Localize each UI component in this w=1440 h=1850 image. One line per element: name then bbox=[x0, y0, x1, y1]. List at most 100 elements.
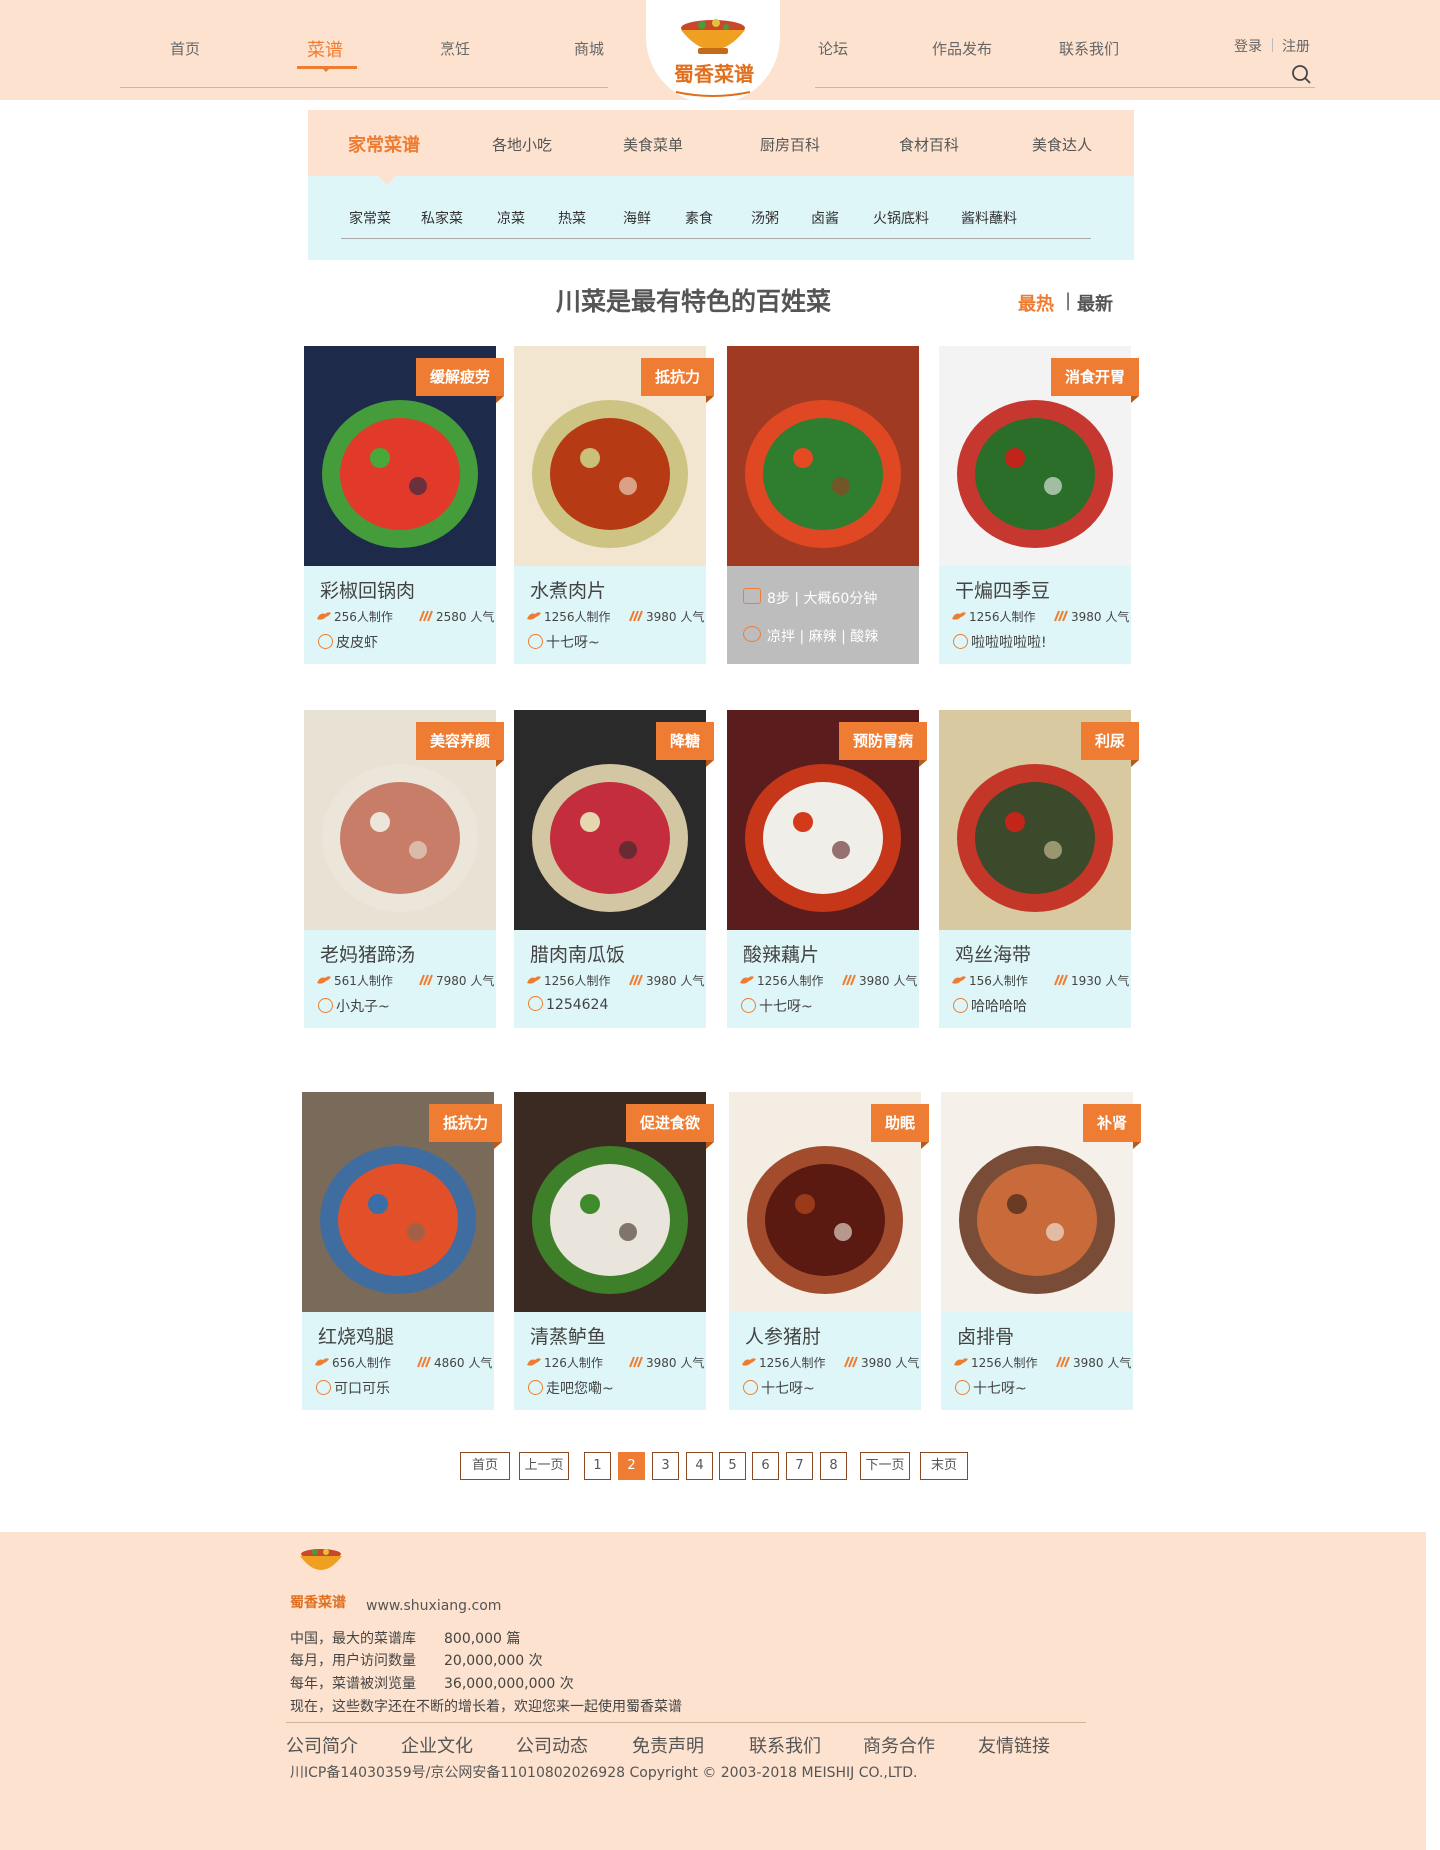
author-name[interactable]: 十七呀~ bbox=[761, 1381, 815, 1397]
user-icon bbox=[316, 1380, 331, 1395]
recipe-name[interactable]: 腊肉南瓜饭 bbox=[530, 940, 625, 967]
sub-hotpot-base[interactable]: 火锅底料 bbox=[873, 208, 929, 228]
page-prev[interactable]: 上一页 bbox=[519, 1452, 569, 1480]
recipe-name[interactable]: 酸辣藕片 bbox=[743, 940, 819, 967]
recipe-card[interactable]: 8步 | 大概60分钟 凉拌 | 麻辣 | 酸辣 bbox=[727, 346, 919, 664]
sub-vegetarian[interactable]: 素食 bbox=[685, 208, 713, 228]
author-name[interactable]: 可口可乐 bbox=[334, 1381, 390, 1397]
recipe-card[interactable]: 美容养颜 老妈猪蹄汤 561人制作 7980 人气 小丸子~ bbox=[304, 710, 505, 1028]
recipe-steps: 8步 | 大概60分钟 bbox=[767, 591, 878, 607]
recipe-card[interactable]: 预防胃病 酸辣藕片 1256人制作 3980 人气 十七呀~ bbox=[727, 710, 928, 1028]
page-1[interactable]: 1 bbox=[584, 1452, 611, 1480]
recipe-name[interactable]: 卤排骨 bbox=[957, 1322, 1014, 1349]
recipe-name[interactable]: 人参猪肘 bbox=[745, 1322, 821, 1349]
recipe-name[interactable]: 水煮肉片 bbox=[530, 576, 606, 603]
benefit-tag: 抵抗力 bbox=[428, 1104, 503, 1149]
user-icon bbox=[528, 1380, 543, 1395]
footer-link-culture[interactable]: 企业文化 bbox=[401, 1732, 473, 1758]
tab-food-menu[interactable]: 美食菜单 bbox=[623, 134, 683, 155]
nav-mall[interactable]: 商城 bbox=[574, 38, 604, 59]
popularity-count: 3980 人气 bbox=[646, 974, 705, 988]
author-name[interactable]: 十七呀~ bbox=[759, 999, 813, 1015]
sort-new-link[interactable]: 最新 bbox=[1077, 290, 1113, 316]
author-name[interactable]: 皮皮虾 bbox=[336, 635, 378, 651]
recipe-card[interactable]: 补肾 卤排骨 1256人制作 3980 人气 十七呀~ bbox=[941, 1092, 1142, 1410]
author-name[interactable]: 小丸子~ bbox=[336, 999, 390, 1015]
nav-publish[interactable]: 作品发布 bbox=[932, 38, 992, 59]
author-name[interactable]: 哈哈哈哈 bbox=[971, 999, 1027, 1015]
page-next[interactable]: 下一页 bbox=[860, 1452, 910, 1480]
recipe-card[interactable]: 抵抗力 水煮肉片 1256人制作 3980 人气 十七呀~ bbox=[514, 346, 715, 664]
recipe-name[interactable]: 干煸四季豆 bbox=[955, 576, 1050, 603]
sub-hot-dishes[interactable]: 热菜 bbox=[558, 208, 586, 228]
nav-cooking[interactable]: 烹饪 bbox=[440, 38, 470, 59]
sub-sauces[interactable]: 酱料蘸料 bbox=[961, 208, 1017, 228]
author-name[interactable]: 十七呀~ bbox=[546, 635, 600, 651]
recipe-card[interactable]: 抵抗力 红烧鸡腿 656人制作 4860 人气 可口可乐 bbox=[302, 1092, 503, 1410]
author-name[interactable]: 走吧您嘞~ bbox=[546, 1381, 614, 1397]
footer-url[interactable]: www.shuxiang.com bbox=[366, 1598, 501, 1614]
recipe-photo[interactable] bbox=[727, 346, 919, 566]
author-name[interactable]: 啦啦啦啦啦! bbox=[971, 635, 1047, 651]
category-tabs: 家常菜谱 各地小吃 美食菜单 厨房百科 食材百科 美食达人 bbox=[308, 110, 1134, 176]
footer-link-about[interactable]: 公司简介 bbox=[286, 1732, 358, 1758]
footer-link-contact[interactable]: 联系我们 bbox=[749, 1732, 821, 1758]
sub-braised[interactable]: 卤酱 bbox=[811, 208, 839, 228]
sub-cold-dishes[interactable]: 凉菜 bbox=[497, 208, 525, 228]
page-5[interactable]: 5 bbox=[719, 1452, 746, 1480]
page-2[interactable]: 2 bbox=[618, 1452, 645, 1480]
login-link[interactable]: 登录 bbox=[1234, 36, 1262, 56]
footer-link-business[interactable]: 商务合作 bbox=[863, 1732, 935, 1758]
page-4[interactable]: 4 bbox=[686, 1452, 713, 1480]
sub-private-dishes[interactable]: 私家菜 bbox=[421, 208, 463, 228]
search-icon[interactable] bbox=[1291, 64, 1311, 84]
page-6[interactable]: 6 bbox=[752, 1452, 779, 1480]
recipe-card[interactable]: 促进食欲 清蒸鲈鱼 126人制作 3980 人气 走吧您嘞~ bbox=[514, 1092, 715, 1410]
hand-icon bbox=[315, 1358, 329, 1366]
page-first[interactable]: 首页 bbox=[460, 1452, 510, 1480]
recipe-card[interactable]: 降糖 腊肉南瓜饭 1256人制作 3980 人气 1254624 bbox=[514, 710, 715, 1028]
page-8[interactable]: 8 bbox=[820, 1452, 847, 1480]
recipe-name[interactable]: 鸡丝海带 bbox=[955, 940, 1031, 967]
hand-icon bbox=[954, 1358, 968, 1366]
recipe-name[interactable]: 清蒸鲈鱼 bbox=[530, 1322, 606, 1349]
sub-home-dishes[interactable]: 家常菜 bbox=[349, 208, 391, 228]
nav-recipes[interactable]: 菜谱 bbox=[307, 36, 343, 62]
recipe-name[interactable]: 老妈猪蹄汤 bbox=[320, 940, 415, 967]
author-name[interactable]: 十七呀~ bbox=[973, 1381, 1027, 1397]
cook-time-icon bbox=[743, 588, 761, 604]
nav-contact[interactable]: 联系我们 bbox=[1059, 38, 1119, 59]
logo[interactable] bbox=[646, 0, 780, 104]
page-last[interactable]: 末页 bbox=[920, 1452, 968, 1480]
recipe-card[interactable]: 利尿 鸡丝海带 156人制作 1930 人气 哈哈哈哈 bbox=[939, 710, 1140, 1028]
sub-seafood[interactable]: 海鲜 bbox=[623, 208, 651, 228]
recipe-card[interactable]: 消食开胃 干煸四季豆 1256人制作 3980 人气 啦啦啦啦啦! bbox=[939, 346, 1140, 664]
footer-link-news[interactable]: 公司动态 bbox=[516, 1732, 588, 1758]
benefit-tag: 缓解疲劳 bbox=[415, 358, 505, 403]
footer-link-disclaimer[interactable]: 免责声明 bbox=[632, 1732, 704, 1758]
tab-home-recipes[interactable]: 家常菜谱 bbox=[348, 131, 420, 157]
soup-bowl-icon bbox=[675, 19, 751, 97]
page-3[interactable]: 3 bbox=[652, 1452, 679, 1480]
tab-ingredient-wiki[interactable]: 食材百科 bbox=[899, 134, 959, 155]
nav-home[interactable]: 首页 bbox=[170, 38, 200, 59]
footer-link-friends[interactable]: 友情链接 bbox=[978, 1732, 1050, 1758]
user-icon bbox=[318, 998, 333, 1013]
tab-local-snacks[interactable]: 各地小吃 bbox=[492, 134, 552, 155]
page-7[interactable]: 7 bbox=[786, 1452, 813, 1480]
tab-kitchen-wiki[interactable]: 厨房百科 bbox=[760, 134, 820, 155]
tab-food-experts[interactable]: 美食达人 bbox=[1032, 134, 1092, 155]
footer-stat-label: 中国，最大的菜谱库 bbox=[290, 1631, 416, 1647]
recipe-card[interactable]: 助眠 人参猪肘 1256人制作 3980 人气 十七呀~ bbox=[729, 1092, 930, 1410]
footer-copyright: 川ICP备14030359号/京公网安备11010802026928 Copyr… bbox=[290, 1765, 918, 1781]
benefit-tag: 抵抗力 bbox=[640, 358, 715, 403]
sort-hot-link[interactable]: 最热 bbox=[1018, 290, 1054, 316]
author-name[interactable]: 1254624 bbox=[546, 997, 608, 1013]
recipe-name[interactable]: 红烧鸡腿 bbox=[318, 1322, 394, 1349]
recipe-name[interactable]: 彩椒回锅肉 bbox=[320, 576, 415, 603]
footer-stat-label: 每年，菜谱被浏览量 bbox=[290, 1676, 416, 1692]
nav-forum[interactable]: 论坛 bbox=[818, 38, 848, 59]
register-link[interactable]: 注册 bbox=[1282, 36, 1310, 56]
recipe-card[interactable]: 缓解疲劳 彩椒回锅肉 256人制作 2580 人气 皮皮虾 bbox=[304, 346, 505, 664]
sub-soup[interactable]: 汤粥 bbox=[751, 208, 779, 228]
